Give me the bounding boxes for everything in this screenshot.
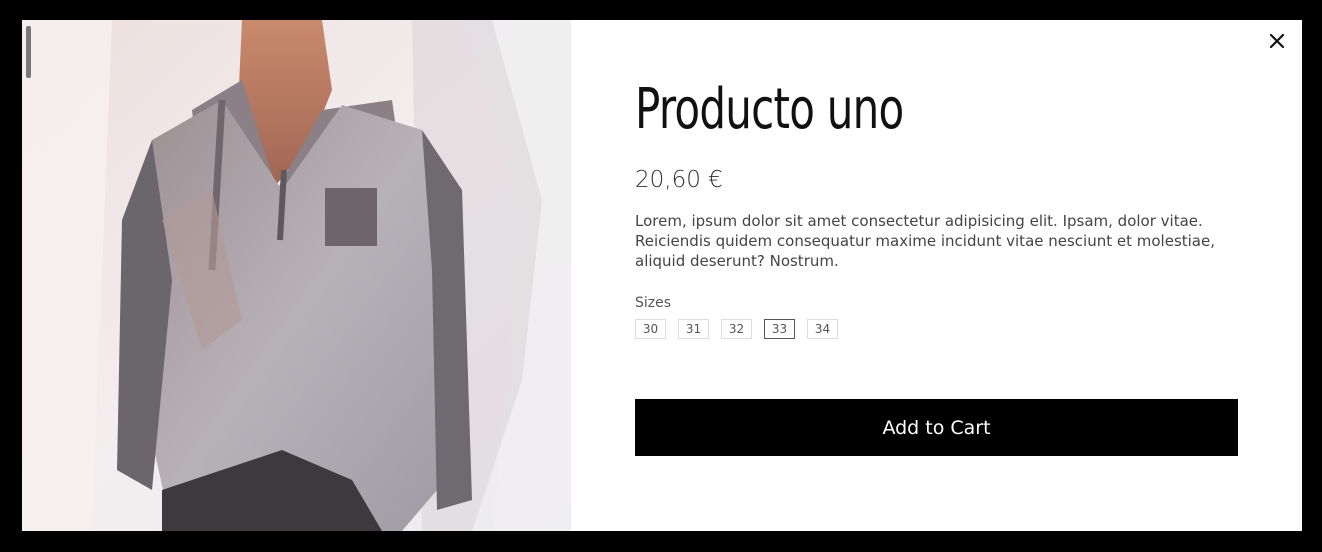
- product-description: Lorem, ipsum dolor sit amet consectetur …: [635, 212, 1215, 270]
- product-price: 20,60 €: [635, 167, 723, 193]
- size-option-33[interactable]: 33: [764, 319, 795, 339]
- product-image: [22, 20, 571, 531]
- size-selector: 30 31 32 33 34: [635, 319, 838, 339]
- scrollbar[interactable]: [26, 26, 31, 78]
- close-icon: [1269, 33, 1285, 49]
- add-to-cart-button[interactable]: Add to Cart: [635, 399, 1238, 456]
- size-option-32[interactable]: 32: [721, 319, 752, 339]
- close-button[interactable]: [1264, 28, 1290, 54]
- sizes-label: Sizes: [635, 295, 672, 311]
- size-option-34[interactable]: 34: [807, 319, 838, 339]
- size-option-30[interactable]: 30: [635, 319, 666, 339]
- product-quick-view-modal: Producto uno 20,60 € Lorem, ipsum dolor …: [22, 20, 1302, 531]
- product-title: Producto uno: [635, 77, 904, 142]
- product-photo: [22, 20, 571, 531]
- size-option-31[interactable]: 31: [678, 319, 709, 339]
